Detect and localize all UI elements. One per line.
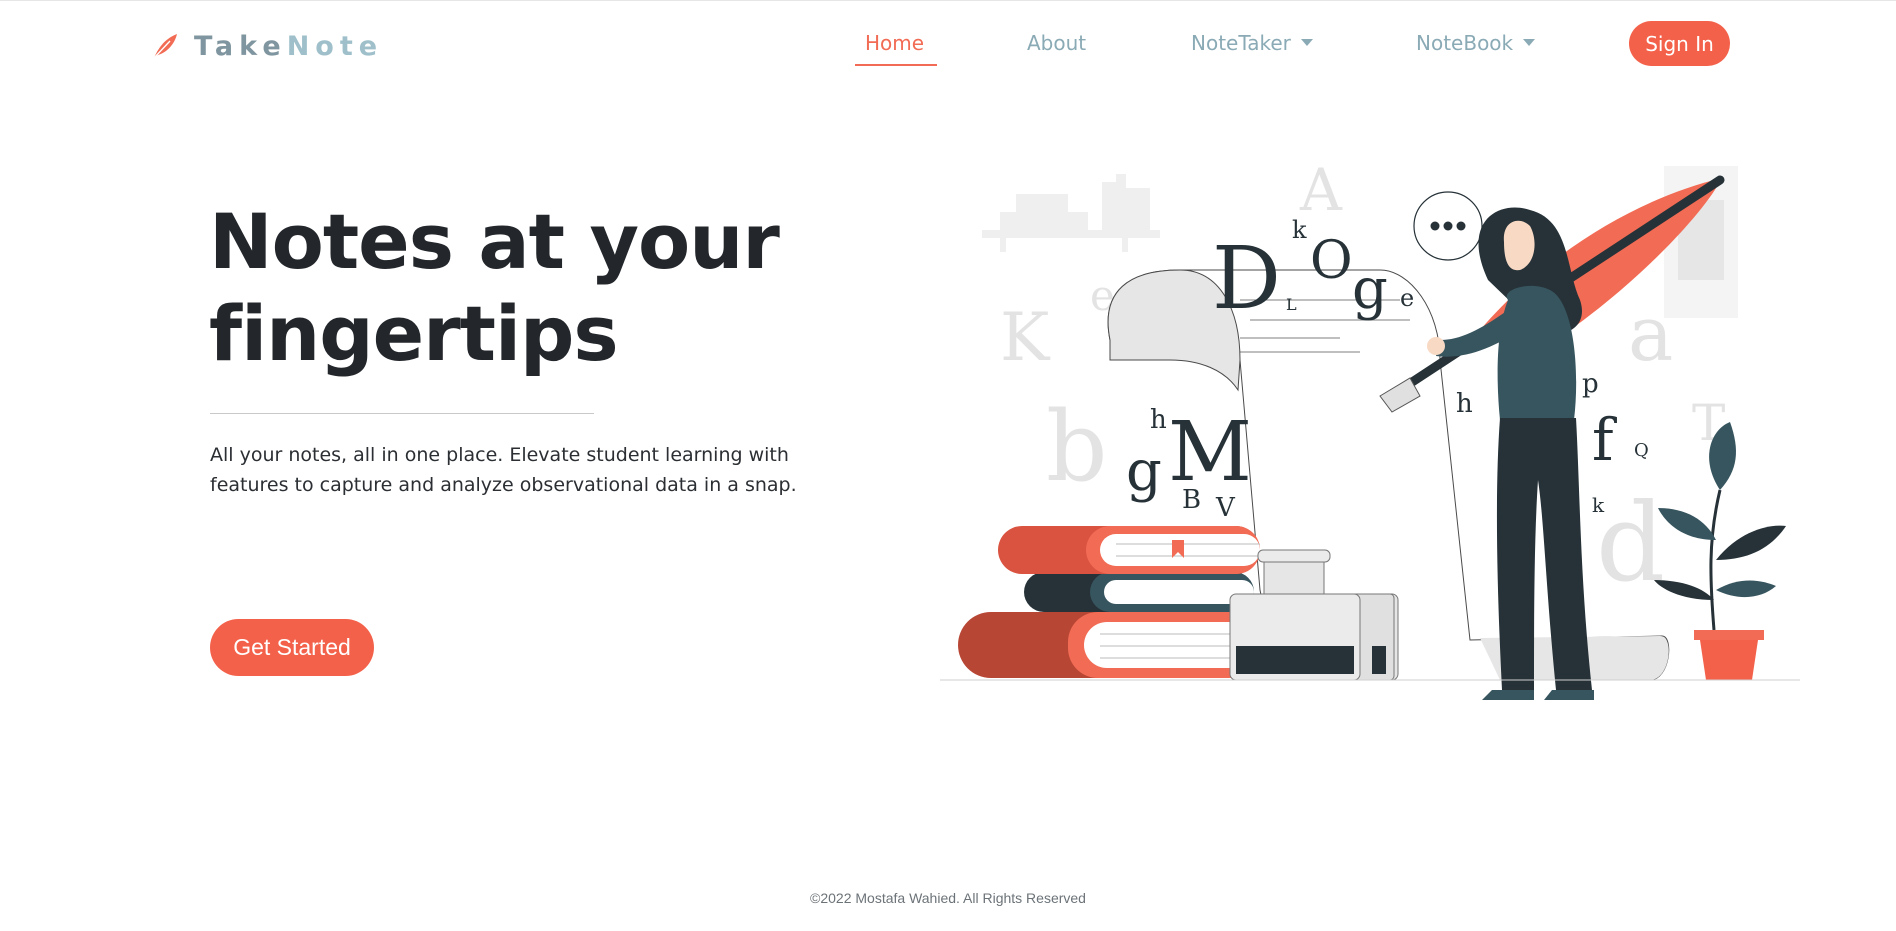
nav-notetaker-label: NoteTaker: [1191, 31, 1291, 55]
hero-subtitle: All your notes, all in one place. Elevat…: [210, 440, 850, 500]
brand-name-note: Note: [286, 30, 384, 62]
nav-active-underline: [855, 64, 937, 66]
svg-text:K: K: [1000, 299, 1051, 376]
svg-text:A: A: [1299, 160, 1343, 224]
svg-text:b: b: [1046, 391, 1107, 503]
hero-subtitle-line-2: features to capture and analyze observat…: [210, 474, 797, 496]
svg-text:g: g: [1126, 439, 1162, 504]
svg-text:p: p: [1582, 369, 1599, 399]
hero-title-line-1: Notes at your: [209, 197, 780, 286]
hero-divider: [210, 413, 594, 414]
brand-name-take: Take: [194, 30, 287, 62]
chevron-down-icon: [1300, 39, 1313, 46]
footer-copyright: ©2022 Mostafa Wahied. All Rights Reserve…: [810, 890, 1086, 906]
svg-text:a: a: [1628, 289, 1673, 378]
shelf-illustration: [982, 174, 1160, 252]
svg-text:k: k: [1292, 216, 1307, 244]
nav-about-link[interactable]: About: [1027, 31, 1086, 55]
svg-text:e: e: [1400, 284, 1414, 312]
hero-title-line-2: fingertips: [209, 289, 619, 378]
svg-text:L: L: [1286, 295, 1297, 314]
svg-text:f: f: [1592, 406, 1617, 474]
svg-text:k: k: [1592, 493, 1605, 517]
svg-text:h: h: [1150, 405, 1167, 435]
get-started-button[interactable]: Get Started: [210, 619, 374, 676]
nav-notebook-dropdown[interactable]: NoteBook: [1416, 31, 1536, 55]
chevron-down-icon: [1523, 39, 1536, 46]
feather-icon: [153, 34, 177, 59]
svg-text:B: B: [1182, 485, 1201, 515]
potted-plant-illustration: [1654, 422, 1786, 680]
brand-logo[interactable]: TakeNote: [150, 26, 383, 66]
hero-illustration: K e b A a T d D k L O g e h M g B V h p …: [940, 160, 1800, 700]
svg-text:d: d: [1596, 481, 1665, 606]
nav-notebook-label: NoteBook: [1416, 31, 1514, 55]
svg-text:g: g: [1352, 257, 1388, 322]
nav-notetaker-dropdown[interactable]: NoteTaker: [1191, 31, 1313, 55]
svg-text:h: h: [1456, 389, 1473, 419]
top-border: [0, 0, 1896, 1]
svg-text:O: O: [1310, 231, 1353, 291]
book-stack-illustration: [958, 526, 1260, 678]
svg-text:Q: Q: [1634, 440, 1649, 461]
sign-in-button[interactable]: Sign In: [1629, 21, 1730, 66]
hero-title: Notes at your fingertips: [209, 196, 829, 380]
nav-home-link[interactable]: Home: [865, 31, 924, 55]
svg-text:V: V: [1215, 493, 1236, 523]
svg-text:M: M: [1168, 405, 1252, 500]
svg-text:D: D: [1212, 229, 1281, 329]
hero-subtitle-line-1: All your notes, all in one place. Elevat…: [210, 444, 789, 466]
